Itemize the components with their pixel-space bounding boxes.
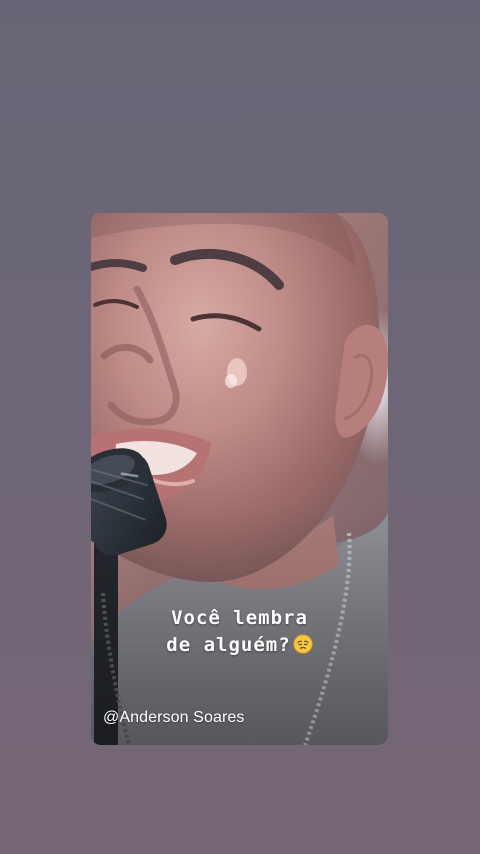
pensive-face-emoji-icon bbox=[293, 634, 313, 654]
story-card[interactable]: Você lembra de alguém? @Anderson Soares bbox=[91, 213, 388, 745]
caption-line-2-text: de alguém? bbox=[166, 634, 291, 656]
caption-line-1: Você lembra bbox=[171, 607, 308, 629]
author-tag: @Anderson Soares bbox=[103, 709, 245, 726]
singer-photo bbox=[91, 213, 388, 745]
story-caption: Você lembra de alguém? bbox=[91, 605, 388, 659]
caption-line-2: de alguém? bbox=[91, 632, 388, 659]
